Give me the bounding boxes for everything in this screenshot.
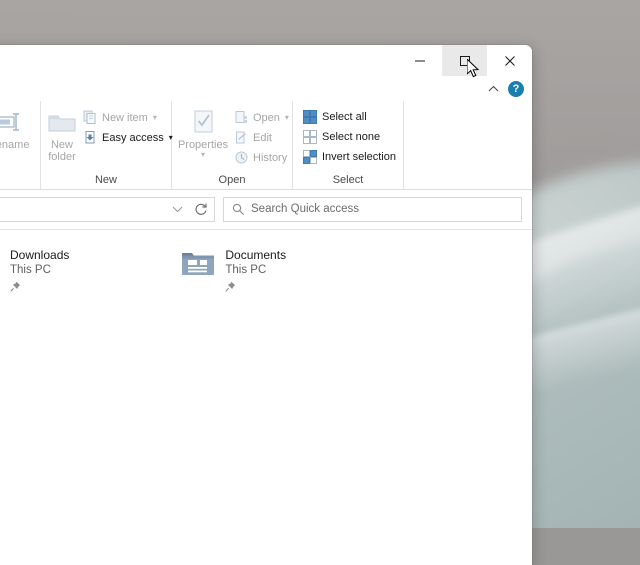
ribbon-group-open: Properties ▾ Open ▾	[172, 101, 293, 189]
edit-icon	[233, 130, 249, 146]
quick-access-tiles: Downloads This PC	[0, 248, 532, 297]
chevron-down-icon	[172, 205, 183, 213]
window-controls	[397, 45, 532, 77]
list-item[interactable]: Documents This PC	[181, 248, 286, 297]
ribbon-group-open-label: Open	[172, 171, 292, 189]
ribbon-button-select-all-label: Select all	[322, 111, 367, 123]
file-list-area[interactable]: Downloads This PC	[0, 230, 532, 565]
refresh-icon	[194, 202, 208, 216]
ribbon-group-new-label: New	[41, 171, 171, 189]
ribbon-group-select: Select all Select none	[293, 101, 404, 189]
list-item-meta: Downloads This PC	[10, 248, 69, 297]
ribbon-filler	[404, 101, 532, 189]
pin-icon	[10, 279, 69, 297]
properties-caret-icon: ▾	[201, 151, 205, 158]
ribbon-button-rename[interactable]: Rename	[0, 105, 34, 151]
ribbon-group-organize: opy o ▾	[0, 101, 41, 189]
close-icon	[504, 55, 516, 67]
easy-access-icon	[82, 130, 98, 146]
ribbon-group-new: New folder New item ▾	[41, 101, 172, 189]
rename-icon	[0, 107, 23, 139]
ribbon-button-new-item-label: New item	[102, 112, 148, 124]
refresh-button[interactable]	[190, 199, 212, 220]
minimize-icon	[414, 55, 426, 67]
search-icon	[232, 203, 245, 216]
title-bar	[0, 45, 532, 77]
open-icon	[233, 110, 249, 126]
ribbon-button-select-none[interactable]: Select none	[299, 127, 399, 146]
help-icon: ?	[513, 84, 520, 95]
ribbon-button-invert-selection[interactable]: Invert selection	[299, 147, 399, 166]
ribbon-tab-strip: ?	[0, 77, 532, 101]
ribbon-button-properties[interactable]: Properties ▾	[178, 105, 228, 158]
ribbon-button-rename-label: Rename	[0, 139, 29, 151]
pin-icon	[225, 279, 286, 297]
minimize-button[interactable]	[397, 45, 442, 76]
properties-icon	[190, 107, 216, 139]
chevron-up-icon	[488, 85, 499, 93]
ribbon-button-edit[interactable]: Edit	[230, 128, 292, 147]
ribbon-button-easy-access[interactable]: Easy access ▾	[79, 128, 176, 147]
list-item-name: Documents	[225, 248, 286, 263]
ribbon-button-new-folder-label: New folder	[47, 139, 77, 163]
new-folder-icon	[47, 107, 77, 139]
address-bar-row: Search Quick access	[0, 190, 532, 229]
search-input[interactable]: Search Quick access	[251, 203, 359, 215]
help-button[interactable]: ?	[508, 81, 524, 97]
ribbon-button-history-label: History	[253, 152, 287, 164]
list-item-name: Downloads	[10, 248, 69, 263]
list-item-location: This PC	[225, 263, 286, 278]
ribbon-button-select-none-label: Select none	[322, 131, 380, 143]
file-explorer-window: ? opy	[0, 45, 532, 565]
ribbon-small-buttons-new: New item ▾ Easy access ▾	[79, 105, 176, 147]
ribbon-button-invert-selection-label: Invert selection	[322, 151, 396, 163]
new-item-caret-icon: ▾	[153, 113, 157, 122]
address-dropdown-button[interactable]	[166, 199, 188, 220]
maximize-icon	[459, 55, 471, 67]
select-none-icon	[302, 129, 318, 145]
ribbon-button-history[interactable]: History	[230, 148, 292, 167]
ribbon-button-new-item[interactable]: New item ▾	[79, 108, 176, 127]
ribbon-group-select-label: Select	[293, 171, 403, 189]
ribbon-button-open-label: Open	[253, 112, 280, 124]
ribbon-button-open[interactable]: Open ▾	[230, 108, 292, 127]
close-button[interactable]	[487, 45, 532, 76]
ribbon-group-organize-label: Organize	[0, 171, 40, 189]
ribbon-small-buttons-open: Open ▾ Edit	[230, 105, 292, 167]
invert-selection-icon	[302, 149, 318, 165]
ribbon-collapse-button[interactable]	[483, 79, 503, 99]
new-item-icon	[82, 110, 98, 126]
ribbon-button-edit-label: Edit	[253, 132, 272, 144]
address-bar[interactable]	[0, 197, 215, 222]
list-item-meta: Documents This PC	[225, 248, 286, 297]
ribbon: opy o ▾	[0, 101, 532, 190]
list-item[interactable]: Downloads This PC	[0, 248, 69, 297]
ribbon-small-buttons-select: Select all Select none	[299, 105, 399, 166]
open-caret-icon: ▾	[285, 113, 289, 122]
ribbon-button-select-all[interactable]: Select all	[299, 107, 399, 126]
list-item-location: This PC	[10, 263, 69, 278]
maximize-button[interactable]	[442, 45, 487, 76]
ribbon-button-new-folder[interactable]: New folder	[47, 105, 77, 163]
documents-folder-icon	[181, 249, 215, 283]
ribbon-button-easy-access-label: Easy access	[102, 132, 164, 144]
search-box[interactable]: Search Quick access	[223, 197, 522, 222]
history-icon	[233, 150, 249, 166]
select-all-icon	[302, 109, 318, 125]
